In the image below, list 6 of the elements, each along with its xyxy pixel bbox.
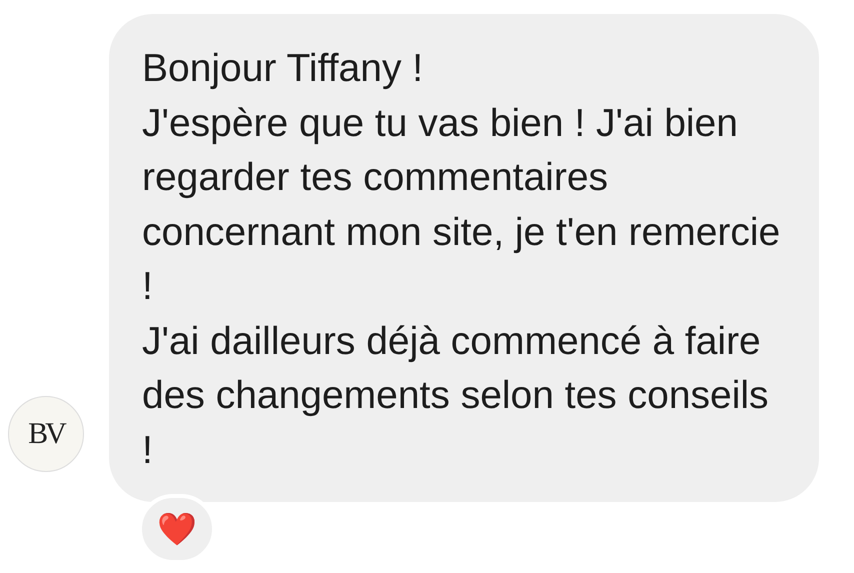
message-text: J'ai dailleurs déjà commencé à faire des changements selon tes conseils ! <box>142 318 770 474</box>
avatar[interactable]: BV <box>8 396 84 472</box>
heart-emoji: ❤ <box>157 513 197 545</box>
logo-text: BV <box>28 417 64 451</box>
message-text: J'espère que tu vas bien ! J'ai bien regarder tes commentaires concernant mon site, je t'en remercie ! <box>142 100 782 310</box>
message-text: Bonjour Tiffany ! <box>142 46 424 92</box>
